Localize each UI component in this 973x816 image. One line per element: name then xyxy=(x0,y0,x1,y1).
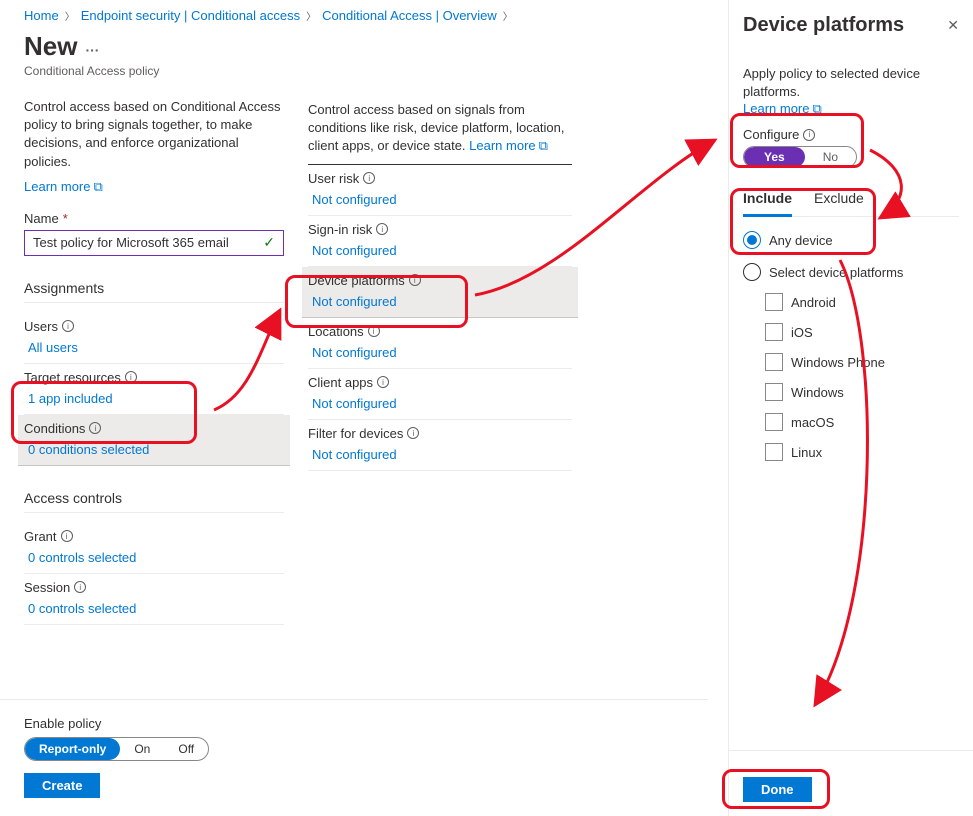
breadcrumb-overview[interactable]: Conditional Access | Overview xyxy=(322,8,497,23)
checkbox-android[interactable]: Android xyxy=(765,293,959,311)
user-risk-item[interactable]: User risk i Not configured xyxy=(308,165,572,216)
info-icon: i xyxy=(409,274,421,286)
assignments-heading: Assignments xyxy=(24,280,284,303)
footer: Enable policy Report-only On Off Create xyxy=(0,699,708,816)
checkbox-linux[interactable]: Linux xyxy=(765,443,959,461)
policy-description: Control access based on Conditional Acce… xyxy=(24,98,284,171)
checkbox-icon xyxy=(765,353,783,371)
configure-toggle[interactable]: Yes No xyxy=(743,146,857,168)
more-icon[interactable]: ··· xyxy=(85,42,99,58)
info-icon: i xyxy=(803,129,815,141)
enable-policy-label: Enable policy xyxy=(24,716,684,731)
info-icon: i xyxy=(125,371,137,383)
info-icon: i xyxy=(363,172,375,184)
grant-item[interactable]: Grant i 0 controls selected xyxy=(24,523,284,574)
info-icon: i xyxy=(89,422,101,434)
users-item[interactable]: Users i All users xyxy=(24,313,284,364)
breadcrumb-home[interactable]: Home xyxy=(24,8,59,23)
panel-title: Device platforms xyxy=(743,14,904,37)
checkbox-ios[interactable]: iOS xyxy=(765,323,959,341)
conditions-item[interactable]: Conditions i 0 conditions selected xyxy=(18,415,290,466)
info-icon: i xyxy=(62,320,74,332)
info-icon: i xyxy=(376,223,388,235)
radio-icon xyxy=(743,231,761,249)
toggle-on[interactable]: On xyxy=(120,738,164,760)
conditions-description: Control access based on signals from con… xyxy=(308,101,572,156)
info-icon: i xyxy=(377,376,389,388)
external-link-icon: ⧉ xyxy=(812,101,821,117)
target-resources-item[interactable]: Target resources i 1 app included xyxy=(24,364,284,415)
info-icon: i xyxy=(74,581,86,593)
enable-policy-toggle[interactable]: Report-only On Off xyxy=(24,737,209,761)
sign-in-risk-item[interactable]: Sign-in risk i Not configured xyxy=(308,216,572,267)
chevron-right-icon: 〉 xyxy=(65,8,75,23)
done-button[interactable]: Done xyxy=(743,777,812,802)
checkbox-macos[interactable]: macOS xyxy=(765,413,959,431)
checkbox-icon xyxy=(765,293,783,311)
tab-include[interactable]: Include xyxy=(743,190,792,217)
create-button[interactable]: Create xyxy=(24,773,100,798)
breadcrumb-endpoint[interactable]: Endpoint security | Conditional access xyxy=(81,8,300,23)
locations-item[interactable]: Locations i Not configured xyxy=(308,318,572,369)
info-icon: i xyxy=(368,325,380,337)
toggle-report-only[interactable]: Report-only xyxy=(25,738,120,760)
client-apps-item[interactable]: Client apps i Not configured xyxy=(308,369,572,420)
page-subtitle: Conditional Access policy xyxy=(24,64,284,78)
info-icon: i xyxy=(61,530,73,542)
toggle-yes[interactable]: Yes xyxy=(744,147,805,167)
checkbox-icon xyxy=(765,323,783,341)
name-label: Name * xyxy=(24,211,284,226)
access-controls-heading: Access controls xyxy=(24,490,284,513)
checkbox-icon xyxy=(765,443,783,461)
radio-select-platforms[interactable]: Select device platforms xyxy=(743,263,959,281)
radio-any-device[interactable]: Any device xyxy=(743,231,959,249)
tab-exclude[interactable]: Exclude xyxy=(814,190,864,216)
chevron-right-icon: 〉 xyxy=(503,8,513,23)
toggle-no[interactable]: No xyxy=(805,147,856,167)
checkbox-windows[interactable]: Windows xyxy=(765,383,959,401)
learn-more-link[interactable]: Learn more⧉ xyxy=(743,101,822,116)
external-link-icon: ⧉ xyxy=(93,179,102,195)
page-title: New··· xyxy=(24,31,284,62)
checkbox-icon xyxy=(765,413,783,431)
checkbox-windows-phone[interactable]: Windows Phone xyxy=(765,353,959,371)
device-platforms-item[interactable]: Device platforms i Not configured xyxy=(302,267,578,318)
filter-devices-item[interactable]: Filter for devices i Not configured xyxy=(308,420,572,471)
device-platforms-panel: Device platforms ✕ Apply policy to selec… xyxy=(728,0,973,816)
chevron-right-icon: 〉 xyxy=(306,8,316,23)
radio-icon xyxy=(743,263,761,281)
close-icon[interactable]: ✕ xyxy=(947,17,959,34)
session-item[interactable]: Session i 0 controls selected xyxy=(24,574,284,625)
checkmark-icon: ✓ xyxy=(263,234,275,251)
configure-label: Configure i xyxy=(743,127,959,142)
learn-more-link[interactable]: Learn more⧉ xyxy=(469,138,548,153)
external-link-icon: ⧉ xyxy=(539,137,548,155)
learn-more-link[interactable]: Learn more⧉ xyxy=(24,179,103,194)
panel-description: Apply policy to selected device platform… xyxy=(743,65,959,101)
toggle-off[interactable]: Off xyxy=(164,738,208,760)
checkbox-icon xyxy=(765,383,783,401)
name-input[interactable]: Test policy for Microsoft 365 email ✓ xyxy=(24,230,284,256)
info-icon: i xyxy=(407,427,419,439)
